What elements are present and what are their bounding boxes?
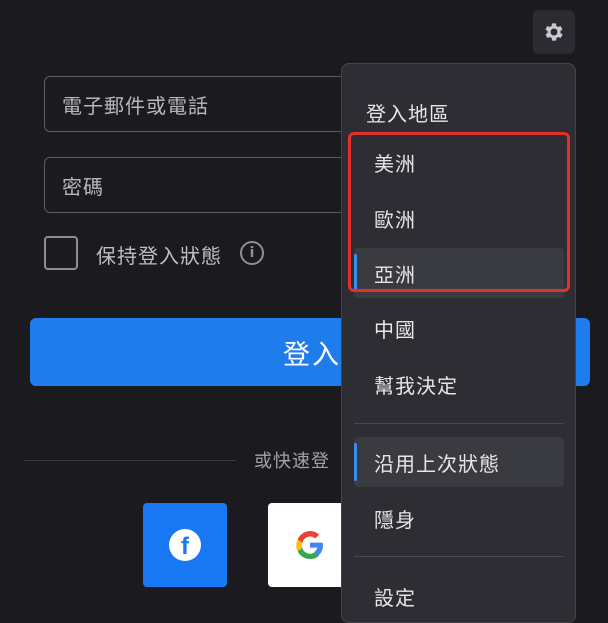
menu-item-label: 沿用上次狀態 bbox=[374, 451, 500, 476]
facebook-icon: f bbox=[169, 529, 201, 561]
google-login-button[interactable] bbox=[268, 503, 352, 587]
facebook-glyph: f bbox=[181, 533, 190, 560]
email-placeholder: 電子郵件或電話 bbox=[62, 93, 209, 118]
password-field[interactable]: 密碼 bbox=[44, 157, 374, 213]
menu-item-label: 設定 bbox=[374, 585, 416, 610]
menu-item-china[interactable]: 中國 bbox=[354, 303, 564, 353]
menu-item-settings[interactable]: 設定 bbox=[354, 571, 564, 621]
facebook-login-button[interactable]: f bbox=[143, 503, 227, 587]
menu-item-invisible[interactable]: 隱身 bbox=[354, 493, 564, 543]
gear-icon bbox=[545, 23, 563, 41]
info-icon[interactable]: i bbox=[240, 241, 264, 265]
google-icon bbox=[296, 531, 323, 559]
menu-item-label: 中國 bbox=[374, 317, 416, 342]
email-field[interactable]: 電子郵件或電話 bbox=[44, 76, 374, 132]
divider bbox=[24, 460, 236, 461]
remember-me-checkbox[interactable] bbox=[44, 236, 78, 270]
menu-header-login-region: 登入地區 bbox=[366, 102, 450, 126]
menu-separator bbox=[354, 556, 564, 557]
menu-item-label: 隱身 bbox=[374, 507, 416, 532]
remember-me-label: 保持登入狀態 bbox=[96, 244, 222, 268]
menu-item-label: 幫我決定 bbox=[374, 373, 458, 398]
settings-gear-button[interactable] bbox=[533, 10, 575, 54]
quick-login-text: 或快速登 bbox=[254, 451, 330, 472]
menu-item-last-status[interactable]: 沿用上次狀態 bbox=[354, 437, 564, 487]
highlight-box bbox=[348, 132, 570, 292]
password-placeholder: 密碼 bbox=[62, 174, 104, 199]
menu-item-decide-for-me[interactable]: 幫我決定 bbox=[354, 359, 564, 409]
menu-separator bbox=[354, 423, 564, 424]
login-button-label: 登入 bbox=[283, 340, 341, 371]
